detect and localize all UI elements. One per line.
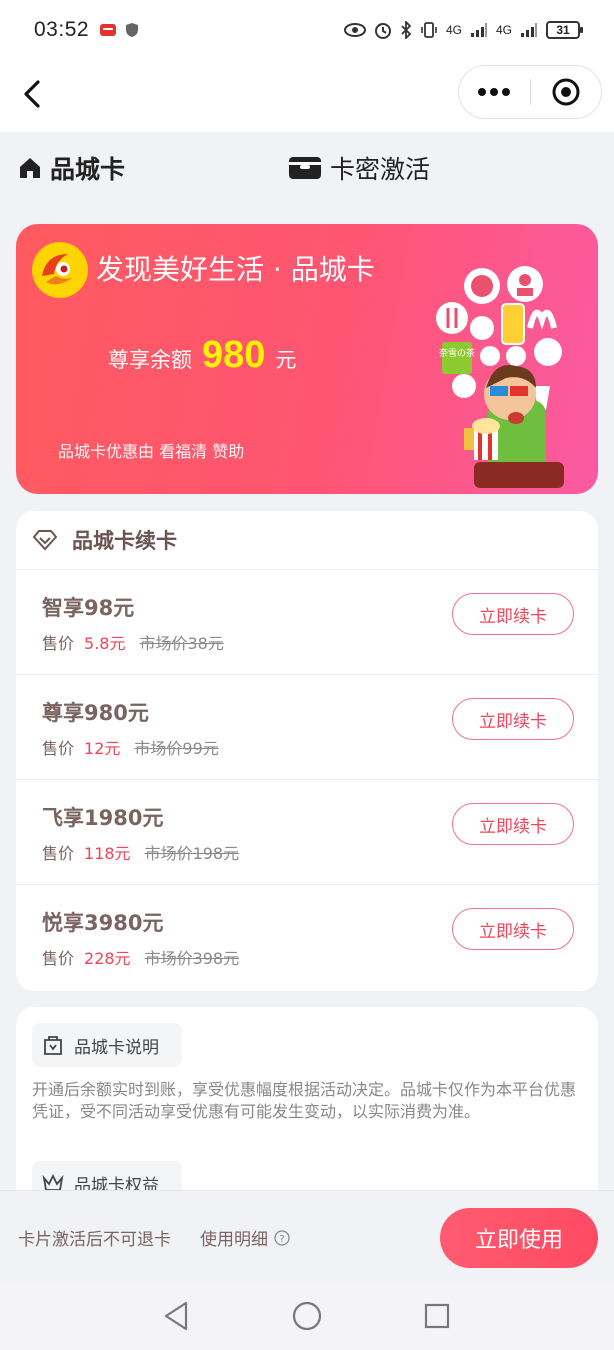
balance-value: 980 xyxy=(202,334,266,376)
market-price: 市场价398元 xyxy=(144,949,240,968)
plan-name: 尊享980元 xyxy=(42,701,149,725)
shield-icon xyxy=(126,23,139,37)
balance-unit: 元 xyxy=(275,348,297,372)
status-bar: 03:52 4G 4G 31 xyxy=(0,0,614,60)
price-label: 售价 xyxy=(42,949,75,968)
info-section: 品城卡说明 开通后余额实时到账，享受优惠幅度根据活动决定。品城卡仅作为本平台优惠… xyxy=(16,1007,598,1207)
more-dots-icon xyxy=(478,88,511,96)
brands-illustration: 奈雪の茶 xyxy=(436,266,564,488)
nav-bar xyxy=(0,60,614,132)
market-price: 市场价198元 xyxy=(144,844,240,863)
renew-button[interactable]: 立即续卡 xyxy=(452,908,574,950)
sale-price: 12元 xyxy=(84,739,121,758)
plan-price-line: 售价 12元 市场价99元 xyxy=(42,735,219,759)
plan-row: 智享98元 售价 5.8元 市场价38元 立即续卡 xyxy=(16,570,598,675)
svg-text:?: ? xyxy=(279,1234,284,1245)
card-description-tag: 品城卡说明 xyxy=(32,1023,182,1067)
renew-section: 品城卡续卡 智享98元 售价 5.8元 市场价38元 立即续卡 尊享980元 售… xyxy=(16,511,598,991)
signal-icon xyxy=(470,23,487,37)
back-arrow-icon[interactable] xyxy=(14,74,54,114)
balance-card: 发现美好生活 · 品城卡 尊享余额 980 元 品城卡优惠由 看福清 赞助 奈雪… xyxy=(16,224,598,494)
bottom-action-bar: 卡片激活后不可退卡 使用明细 ? 立即使用 xyxy=(0,1190,614,1282)
tab-brand-card[interactable]: 品城卡 xyxy=(18,140,125,196)
balance-row: 尊享余额 980 元 xyxy=(108,334,296,377)
sale-price: 118元 xyxy=(84,844,131,863)
price-label: 售价 xyxy=(42,739,75,758)
brand-logo-icon xyxy=(32,242,88,298)
plan-price-line: 售价 118元 市场价198元 xyxy=(42,840,239,864)
close-mini-program-button[interactable] xyxy=(531,66,602,118)
sale-price: 5.8元 xyxy=(84,634,126,653)
description-text: 开通后余额实时到账，享受优惠幅度根据活动决定。品城卡仅作为本平台优惠凭证，受不同… xyxy=(32,1080,577,1121)
tab-card-activation[interactable]: 卡密激活 xyxy=(288,140,430,196)
bag-icon xyxy=(44,1036,62,1055)
plan-name: 智享98元 xyxy=(42,596,135,620)
brand-badge-text: 奈雪の茶 xyxy=(439,347,475,359)
plan-row: 悦享3980元 售价 228元 市场价398元 立即续卡 xyxy=(16,885,598,990)
mini-program-capsule xyxy=(458,65,602,119)
nav-recents-icon[interactable] xyxy=(420,1299,454,1333)
eye-icon xyxy=(343,23,366,37)
sponsor-line: 品城卡优惠由 看福清 赞助 xyxy=(58,438,244,462)
usage-detail-label: 使用明细 xyxy=(200,1230,268,1250)
wallet-icon xyxy=(289,157,321,179)
status-time: 03:52 xyxy=(34,18,90,41)
market-price: 市场价99元 xyxy=(134,739,219,758)
network-label-2: 4G xyxy=(495,23,512,37)
nav-back-icon[interactable] xyxy=(160,1299,194,1333)
nav-home-icon[interactable] xyxy=(290,1299,324,1333)
battery-icon: 31 xyxy=(546,21,583,39)
renew-button[interactable]: 立即续卡 xyxy=(452,698,574,740)
plan-name: 飞享1980元 xyxy=(42,806,164,830)
usage-detail-link[interactable]: 使用明细 ? xyxy=(200,1225,290,1250)
balance-label: 尊享余额 xyxy=(108,348,192,372)
sponsor-suffix: 赞助 xyxy=(212,442,245,461)
renew-button[interactable]: 立即续卡 xyxy=(452,803,574,845)
tab-bar: 品城卡 卡密激活 xyxy=(0,140,614,196)
more-menu-button[interactable] xyxy=(459,66,530,118)
bluetooth-icon xyxy=(401,21,412,39)
network-label-1: 4G xyxy=(445,23,462,37)
renew-header: 品城卡续卡 xyxy=(16,511,598,570)
hero-title: 发现美好生活 · 品城卡 xyxy=(96,253,375,286)
price-label: 售价 xyxy=(42,634,75,653)
alarm-icon xyxy=(374,23,391,39)
description-title: 品城卡说明 xyxy=(74,1037,159,1058)
sponsor-name: 看福清 xyxy=(159,442,208,461)
home-icon xyxy=(20,158,40,178)
app-notification-icon xyxy=(100,24,117,36)
sponsor-prefix: 品城卡优惠由 xyxy=(58,442,155,461)
no-refund-note: 卡片激活后不可退卡 xyxy=(18,1230,171,1250)
plan-price-line: 售价 5.8元 市场价38元 xyxy=(42,630,224,654)
sale-price: 228元 xyxy=(84,949,131,968)
plan-row: 尊享980元 售价 12元 市场价99元 立即续卡 xyxy=(16,675,598,780)
vibrate-icon xyxy=(421,22,437,38)
market-price: 市场价38元 xyxy=(139,634,224,653)
target-close-icon xyxy=(552,78,580,106)
renew-title: 品城卡续卡 xyxy=(72,529,177,553)
help-icon: ? xyxy=(274,1229,290,1246)
system-nav-bar xyxy=(0,1283,614,1350)
tab-brand-label: 品城卡 xyxy=(50,155,126,184)
renew-button[interactable]: 立即续卡 xyxy=(452,593,574,635)
plan-name: 悦享3980元 xyxy=(42,911,164,935)
tab-activate-label: 卡密激活 xyxy=(330,155,431,184)
plan-price-line: 售价 228元 市场价398元 xyxy=(42,945,239,969)
signal-icon xyxy=(521,23,537,37)
diamond-icon xyxy=(32,530,58,551)
use-now-button[interactable]: 立即使用 xyxy=(440,1208,598,1268)
plan-row: 飞享1980元 售价 118元 市场价198元 立即续卡 xyxy=(16,780,598,885)
price-label: 售价 xyxy=(42,844,75,863)
